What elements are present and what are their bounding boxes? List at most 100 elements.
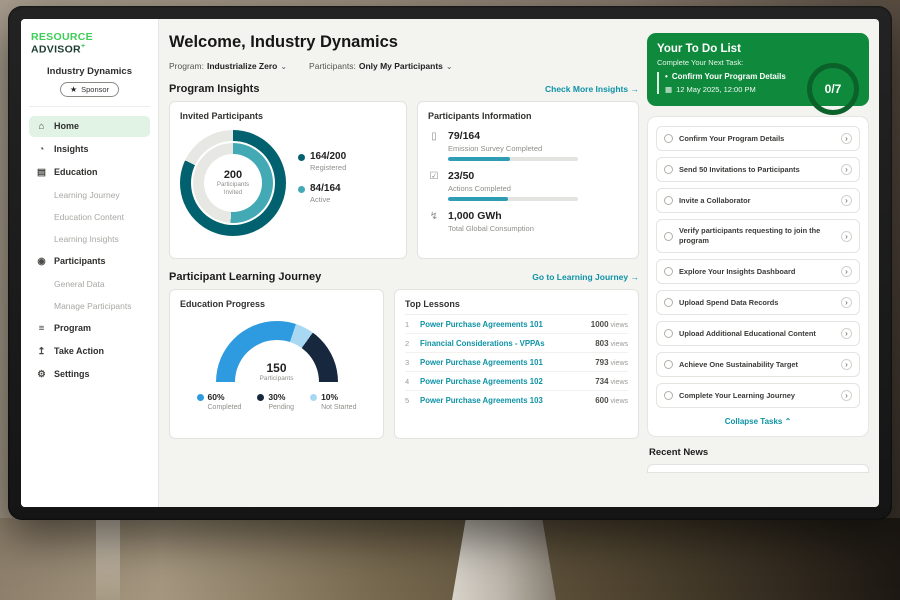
active-label: Active — [310, 195, 341, 204]
collapse-tasks-link[interactable]: Collapse Tasks ⌃ — [656, 414, 860, 432]
sidebar-item-program[interactable]: ≡ Program — [29, 318, 150, 339]
participants-icon: ◉ — [36, 256, 47, 267]
todo-summary-card: Your To Do List Complete Your Next Task:… — [647, 33, 869, 106]
invited-donut-center: 200 Participants Invited — [204, 154, 262, 212]
program-insights-title: Program Insights — [169, 83, 259, 95]
invited-participants-card: Invited Participants 200 Participants In… — [169, 101, 407, 259]
task-checkbox[interactable] — [664, 196, 673, 205]
emission-progress-fill — [448, 157, 510, 161]
chevron-right-icon: › — [841, 359, 852, 370]
sidebar-item-settings[interactable]: ⚙ Settings — [29, 364, 150, 385]
task-label: Invite a Collaborator — [679, 196, 835, 206]
check-more-insights-link[interactable]: Check More Insights → — [545, 84, 639, 94]
collapse-tasks-label: Collapse Tasks — [725, 417, 783, 426]
sponsor-badge[interactable]: ★ Sponsor — [60, 82, 119, 97]
lesson-link[interactable]: Power Purchase Agreements 101 — [420, 358, 589, 367]
learning-journey-header: Participant Learning Journey Go to Learn… — [169, 271, 639, 283]
todo-tasks-card: Confirm Your Program Details › Send 50 I… — [647, 116, 869, 437]
task-item-verify-participants[interactable]: Verify participants requesting to join t… — [656, 219, 860, 253]
program-insights-cards: Invited Participants 200 Participants In… — [169, 101, 639, 259]
sidebar-item-participants[interactable]: ◉ Participants — [29, 251, 150, 272]
lesson-link[interactable]: Power Purchase Agreements 103 — [420, 396, 589, 405]
info-row-consumption: ↯ 1,000 GWh Total Global Consumption — [428, 210, 628, 237]
actions-icon: ☑ — [428, 170, 440, 201]
sidebar-item-general-data[interactable]: General Data — [29, 274, 150, 294]
recent-news-card — [647, 464, 869, 473]
todo-progress-ring: 0/7 — [807, 63, 859, 115]
sidebar-item-education-content[interactable]: Education Content — [29, 207, 150, 227]
invited-card-title: Invited Participants — [180, 111, 396, 121]
completed-pct: 60% — [208, 392, 225, 402]
sponsor-badge-label: Sponsor — [81, 85, 109, 94]
collapse-icon: ⌃ — [785, 417, 792, 426]
participants-filter[interactable]: Participants: Only My Participants ⌄ — [309, 61, 453, 71]
participants-information-card: Participants Information ▯ 79/164 Emissi… — [417, 101, 639, 259]
invited-legend: 164/200 Registered 84/164 Active — [298, 151, 346, 215]
task-item-upload-spend-data[interactable]: Upload Spend Data Records › — [656, 290, 860, 315]
task-checkbox[interactable] — [664, 267, 673, 276]
participants-filter-value: Only My Participants — [359, 61, 443, 71]
task-item-invite-collaborator[interactable]: Invite a Collaborator › — [656, 188, 860, 213]
task-checkbox[interactable] — [664, 232, 673, 241]
sidebar-item-home[interactable]: ⌂ Home — [29, 116, 150, 137]
participants-filter-label: Participants: — [309, 61, 356, 71]
invited-donut-inner: 200 Participants Invited — [193, 143, 273, 223]
lesson-views: 600 views — [595, 396, 628, 405]
not-started-dot-icon — [310, 394, 317, 401]
sponsor-icon: ★ — [70, 85, 77, 94]
arrow-right-icon: → — [631, 84, 640, 94]
lesson-link[interactable]: Power Purchase Agreements 102 — [420, 377, 589, 386]
lesson-link[interactable]: Financial Considerations - VPPAs — [420, 339, 589, 348]
sidebar-item-take-action[interactable]: ↥ Take Action — [29, 341, 150, 362]
education-center-value: 150 — [216, 361, 338, 375]
task-checkbox[interactable] — [664, 298, 673, 307]
legend-pending: 30% Pending — [257, 392, 294, 411]
task-item-send-invitations[interactable]: Send 50 Invitations to Participants › — [656, 157, 860, 182]
task-checkbox[interactable] — [664, 134, 673, 143]
lesson-views-unit: views — [609, 398, 628, 405]
task-item-confirm-program[interactable]: Confirm Your Program Details › — [656, 126, 860, 151]
lesson-views-unit: views — [609, 322, 628, 329]
task-item-explore-insights[interactable]: Explore Your Insights Dashboard › — [656, 259, 860, 284]
logo-plus: + — [81, 43, 85, 50]
task-checkbox[interactable] — [664, 329, 673, 338]
lesson-link[interactable]: Power Purchase Agreements 101 — [420, 320, 585, 329]
sidebar-item-education[interactable]: ▤ Education — [29, 162, 150, 183]
lesson-views: 734 views — [595, 377, 628, 386]
chevron-right-icon: › — [841, 133, 852, 144]
page-title: Welcome, Industry Dynamics — [169, 33, 639, 52]
sidebar-item-label: Participants — [54, 256, 106, 266]
lesson-views: 793 views — [595, 358, 628, 367]
chevron-down-icon: ⌄ — [446, 62, 453, 71]
lesson-rank: 5 — [405, 396, 414, 405]
task-item-achieve-target[interactable]: Achieve One Sustainability Target › — [656, 352, 860, 377]
sidebar-divider — [29, 106, 150, 107]
education-center-label: Participants — [216, 375, 338, 382]
actions-progress-bar — [448, 197, 578, 201]
task-checkbox[interactable] — [664, 391, 673, 400]
task-item-complete-learning-journey[interactable]: Complete Your Learning Journey › — [656, 383, 860, 408]
program-filter[interactable]: Program: Industrialize Zero ⌄ — [169, 61, 287, 71]
calendar-icon: ▦ — [665, 85, 672, 94]
next-task-block: • Confirm Your Program Details ▦ 12 May … — [657, 72, 805, 94]
lesson-views-value: 600 — [595, 396, 608, 405]
sidebar-item-insights[interactable]: ◔ Insights — [29, 139, 150, 160]
consumption-value: 1,000 GWh — [448, 210, 534, 222]
lesson-rank: 4 — [405, 377, 414, 386]
task-item-upload-educational-content[interactable]: Upload Additional Educational Content › — [656, 321, 860, 346]
sidebar-item-learning-insights[interactable]: Learning Insights — [29, 229, 150, 249]
chevron-glyph: › — [845, 360, 848, 369]
sidebar-item-learning-journey[interactable]: Learning Journey — [29, 185, 150, 205]
go-to-learning-journey-label: Go to Learning Journey — [532, 272, 628, 282]
task-checkbox[interactable] — [664, 360, 673, 369]
task-checkbox[interactable] — [664, 165, 673, 174]
sidebar-item-manage-participants[interactable]: Manage Participants — [29, 296, 150, 316]
chevron-right-icon: › — [841, 266, 852, 277]
lesson-views-value: 803 — [595, 339, 608, 348]
lesson-rank: 3 — [405, 358, 414, 367]
emission-value: 79/164 — [448, 130, 578, 142]
emission-progress-bar — [448, 157, 578, 161]
program-filter-value: Industrialize Zero — [207, 61, 277, 71]
go-to-learning-journey-link[interactable]: Go to Learning Journey → — [532, 272, 639, 282]
emission-icon: ▯ — [428, 130, 440, 161]
